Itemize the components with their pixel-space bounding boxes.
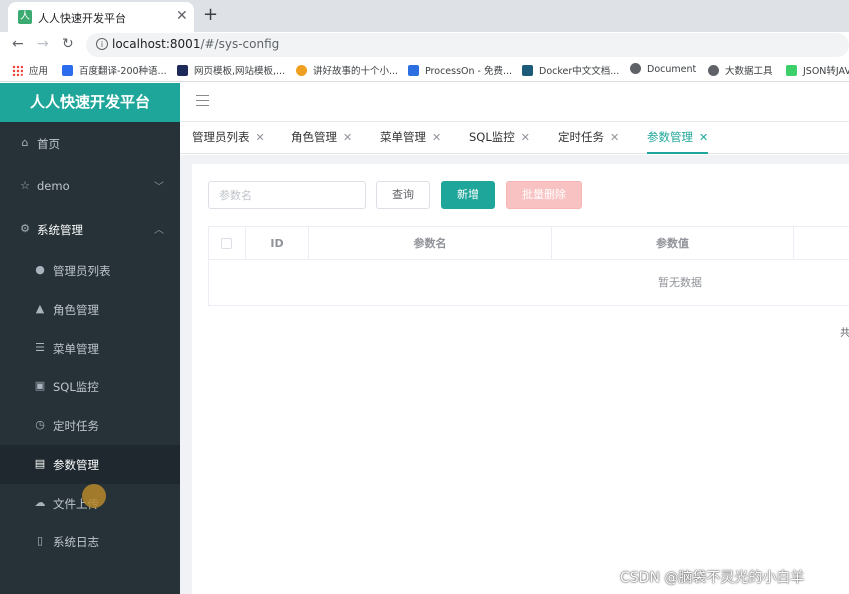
bookmark-item[interactable]: Docker中文文档... [522, 63, 619, 77]
pagination-total: 共 [840, 328, 849, 339]
monitor-icon: ▣ [34, 379, 46, 392]
add-button[interactable]: 新增 [441, 181, 495, 209]
chevron-down-icon: ﹀ [154, 182, 164, 193]
sidebar-item-demo[interactable]: ☆ demo ﹀ [0, 167, 180, 206]
tab-sql[interactable]: SQL监控 ✕ [469, 129, 530, 145]
bookmark-item[interactable]: 大数据工具 [708, 63, 773, 77]
select-all-cell [209, 227, 246, 260]
bookmark-item[interactable]: 百度翻译-200种语... [62, 63, 167, 77]
close-icon[interactable]: ✕ [256, 131, 265, 144]
gear-icon: ⚙ [20, 222, 30, 235]
sidebar-item-system[interactable]: ⚙ 系统管理 ︿ [0, 210, 180, 249]
column-header-param-name[interactable]: 参数名 [309, 227, 552, 260]
template-site-icon [177, 65, 188, 76]
sidebar-item-schedule[interactable]: ◷ 定时任务 [0, 406, 180, 445]
top-navbar [180, 83, 849, 122]
json-icon [786, 65, 797, 76]
chevron-up-icon: ︿ [154, 225, 164, 236]
home-icon: ⌂ [21, 136, 29, 149]
sidebar: 人人快速开发平台 ⌂ 首页 ☆ demo ﹀ ⚙ 系统管理 ︿ ● 管理员列表 … [0, 83, 180, 594]
close-icon[interactable]: ✕ [432, 131, 441, 144]
processon-icon [408, 65, 419, 76]
star-icon: ☆ [20, 179, 30, 192]
baidu-translate-icon [62, 65, 73, 76]
close-icon[interactable]: ✕ [610, 131, 619, 144]
bookmarks-bar: 应用 百度翻译-200种语... 网页模板,网站模板,... 讲好故事的十个小.… [0, 58, 849, 82]
csdn-watermark: CSDN @脑袋不灵光的小白羊 [620, 570, 805, 586]
bookmark-apps[interactable]: 应用 [12, 63, 48, 77]
select-all-checkbox[interactable] [221, 238, 232, 249]
url-text: localhost:8001/#/sys-config [112, 37, 280, 51]
browser-tab[interactable]: 人 人人快速开发平台 ✕ [8, 2, 194, 32]
upload-icon: ☁ [34, 496, 46, 509]
sidebar-item-role[interactable]: ▲ 角色管理 [0, 290, 180, 329]
site-info-icon[interactable]: i [96, 38, 108, 50]
clock-icon: ◷ [35, 418, 45, 431]
tab-config[interactable]: 参数管理 ✕ [647, 129, 709, 154]
reload-icon[interactable]: ↻ [62, 36, 74, 52]
menu-toggle-icon[interactable] [196, 95, 209, 107]
mouse-cursor-highlight [82, 484, 106, 508]
close-icon[interactable]: ✕ [699, 131, 708, 144]
list-icon: ☰ [35, 341, 45, 354]
batch-delete-button[interactable]: 批量删除 [506, 181, 582, 209]
sidebar-item-sql[interactable]: ▣ SQL监控 [0, 367, 180, 406]
tab-menu[interactable]: 菜单管理 ✕ [380, 129, 441, 145]
docker-doc-icon [522, 65, 533, 76]
app-favicon-icon: 人 [18, 10, 32, 24]
bookmark-item[interactable]: JSON转JAV [786, 63, 849, 77]
back-icon[interactable]: ← [12, 36, 24, 52]
bookmark-item[interactable]: ProcessOn - 免费... [408, 63, 512, 77]
close-icon[interactable]: ✕ [343, 131, 352, 144]
table-empty-state: 暂无数据 [658, 276, 702, 289]
globe-icon [708, 65, 719, 76]
brand-logo[interactable]: 人人快速开发平台 [0, 83, 180, 122]
address-bar: ← → ↻ i localhost:8001/#/sys-config [0, 32, 849, 58]
role-icon: ▲ [35, 302, 45, 315]
tab-role[interactable]: 角色管理 ✕ [291, 129, 352, 145]
bookmark-item[interactable]: Document [630, 63, 696, 77]
browser-tabbar: 人 人人快速开发平台 ✕ + [0, 0, 849, 32]
sidebar-item-home[interactable]: ⌂ 首页 [0, 124, 180, 163]
new-tab-icon[interactable]: + [203, 4, 218, 25]
bookmark-item[interactable]: 讲好故事的十个小... [296, 63, 398, 77]
sidebar-item-admin-list[interactable]: ● 管理员列表 [0, 251, 180, 290]
story-icon [296, 65, 307, 76]
log-icon: ▯ [36, 534, 44, 547]
browser-tab-title: 人人快速开发平台 [38, 12, 126, 25]
url-input[interactable]: i localhost:8001/#/sys-config [86, 33, 849, 57]
page-tabs: 管理员列表 ✕ 角色管理 ✕ 菜单管理 ✕ SQL监控 ✕ 定时任务 ✕ 参数管理 ✕ [180, 122, 849, 154]
tab-close-icon[interactable]: ✕ [176, 8, 188, 24]
globe-icon [630, 63, 641, 74]
table-header: ID 参数名 参数值 [209, 227, 849, 260]
column-header-param-value[interactable]: 参数值 [552, 227, 794, 260]
sidebar-item-menu[interactable]: ☰ 菜单管理 [0, 329, 180, 368]
tab-admin-list[interactable]: 管理员列表 ✕ [192, 129, 265, 145]
sidebar-item-log[interactable]: ▯ 系统日志 [0, 522, 180, 561]
query-button[interactable]: 查询 [376, 181, 430, 209]
tab-schedule[interactable]: 定时任务 ✕ [558, 129, 619, 145]
bookmark-item[interactable]: 网页模板,网站模板,... [177, 63, 285, 77]
param-name-search-input[interactable] [208, 181, 366, 209]
user-icon: ● [35, 263, 45, 276]
close-icon[interactable]: ✕ [521, 131, 530, 144]
config-icon: ▤ [34, 457, 46, 470]
column-header-id[interactable]: ID [246, 227, 309, 260]
forward-icon[interactable]: → [37, 36, 49, 52]
config-table: ID 参数名 参数值 暂无数据 [208, 226, 849, 306]
apps-grid-icon [12, 65, 23, 76]
sidebar-item-config[interactable]: ▤ 参数管理 [0, 445, 180, 484]
